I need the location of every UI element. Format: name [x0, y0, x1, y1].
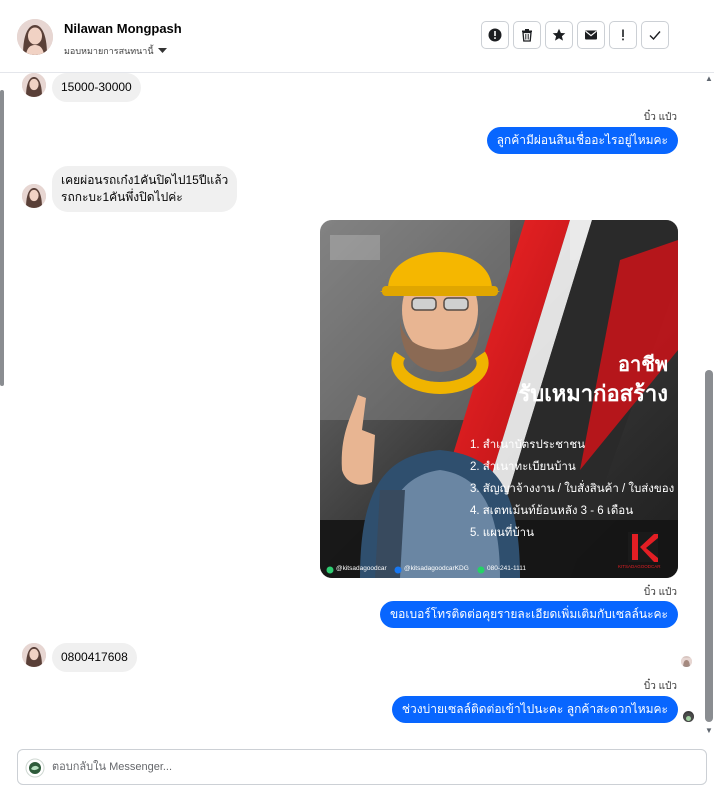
contact-avatar-small	[22, 643, 46, 667]
scroll-down-arrow-icon[interactable]: ▼	[704, 726, 714, 735]
promo-item: 2. สำเนาทะเบียนบ้าน	[470, 461, 576, 473]
message-line: รถกะบะ1คันพึ่งปิดไปค่ะ	[61, 190, 183, 204]
message-thread: 15000-30000 บิ๋ว แป๋ว ลูกค้ามีผ่อนสินเชื…	[6, 73, 702, 743]
scroll-up-arrow-icon[interactable]: ▲	[704, 74, 714, 83]
promo-footer-line: @kitsadagoodcar	[336, 565, 387, 572]
mark-done-button[interactable]	[641, 21, 669, 49]
trash-icon	[522, 29, 532, 42]
conversation-header: Nilawan Mongpash มอบหมายการสนทนานี้	[0, 0, 714, 73]
sender-name: บิ๋ว แป๋ว	[643, 587, 677, 598]
contact-name[interactable]: Nilawan Mongpash	[64, 21, 182, 36]
message-bubble-outgoing[interactable]: ลูกค้ามีผ่อนสินเชื่ออะไรอยู่ไหมคะ	[486, 127, 678, 154]
reply-input[interactable]	[50, 760, 654, 774]
exclamation-icon	[622, 29, 624, 41]
message-bubble[interactable]: 0800417608	[52, 643, 137, 672]
assign-label: มอบหมายการสนทนานี้	[64, 46, 154, 56]
promo-item: 3. สัญญาจ้างงาน / ใบสั่งสินค้า / ใบส่งขอ…	[470, 483, 675, 495]
left-scroll-indicator	[0, 90, 4, 386]
brand-name: KITSADAGOODCAR	[618, 564, 661, 569]
seen-receipt-avatar	[681, 656, 692, 667]
delivered-status-icon	[683, 711, 694, 722]
contact-avatar-small	[22, 184, 46, 208]
reply-composer[interactable]	[17, 749, 707, 785]
delete-button[interactable]	[513, 21, 541, 49]
promo-item: 4. สเตทเม้นท์ย้อนหลัง 3 - 6 เดือน	[470, 505, 634, 517]
scrollbar-thumb[interactable]	[705, 370, 713, 722]
incoming-message: เคยผ่อนรถเก๋ง1คันปิดไป15ปีแล้ว รถกะบะ1คั…	[22, 166, 238, 212]
incoming-message: 15000-30000	[22, 73, 141, 102]
spam-button[interactable]	[481, 21, 509, 49]
follow-up-button[interactable]	[609, 21, 637, 49]
promo-footer-facebook: @kitsadagoodcarKDG	[404, 565, 469, 572]
thread-scrollbar[interactable]: ▲ ▼	[704, 68, 714, 740]
promo-item: 1. สำเนาบัตรประชาชน	[470, 439, 586, 451]
promo-item: 5. แผนที่บ้าน	[470, 527, 534, 539]
contact-avatar-small	[22, 73, 46, 97]
message-bubble-outgoing[interactable]: ช่วงบ่ายเซลล์ติดต่อเข้าไปนะคะ ลูกค้าสะดว…	[391, 696, 678, 723]
message-bubble-outgoing[interactable]: ขอเบอร์โทรติดต่อคุยรายละเอียดเพิ่มเติมกั…	[379, 601, 678, 628]
sender-name: บิ๋ว แป๋ว	[643, 681, 677, 692]
mark-unread-button[interactable]	[577, 21, 605, 49]
envelope-icon	[585, 30, 597, 40]
sender-name: บิ๋ว แป๋ว	[643, 112, 677, 123]
check-icon	[649, 31, 661, 41]
messenger-page-icon	[25, 758, 45, 783]
promo-footer-phone: 080-241-1111	[487, 565, 527, 572]
message-bubble[interactable]: เคยผ่อนรถเก๋ง1คันปิดไป15ปีแล้ว รถกะบะ1คั…	[52, 166, 238, 212]
assign-conversation-dropdown[interactable]: มอบหมายการสนทนานี้	[64, 44, 167, 58]
star-icon	[552, 28, 566, 41]
promo-headline-2: รับเหมาก่อสร้าง	[518, 381, 668, 406]
message-bubble[interactable]: 15000-30000	[52, 73, 141, 102]
conversation-toolbar	[481, 21, 669, 49]
message-line: เคยผ่อนรถเก๋ง1คันปิดไป15ปีแล้ว	[61, 173, 229, 187]
contact-avatar[interactable]	[17, 19, 53, 55]
incoming-message: 0800417608	[22, 643, 137, 672]
alert-circle-icon	[488, 28, 502, 42]
promo-requirements-list: 1. สำเนาบัตรประชาชน 2. สำเนาทะเบียนบ้าน …	[470, 434, 675, 544]
promo-image-attachment[interactable]: อาชีพ รับเหมาก่อสร้าง 1. สำเนาบัตรประชาช…	[320, 220, 678, 578]
caret-down-icon	[157, 46, 167, 56]
star-button[interactable]	[545, 21, 573, 49]
